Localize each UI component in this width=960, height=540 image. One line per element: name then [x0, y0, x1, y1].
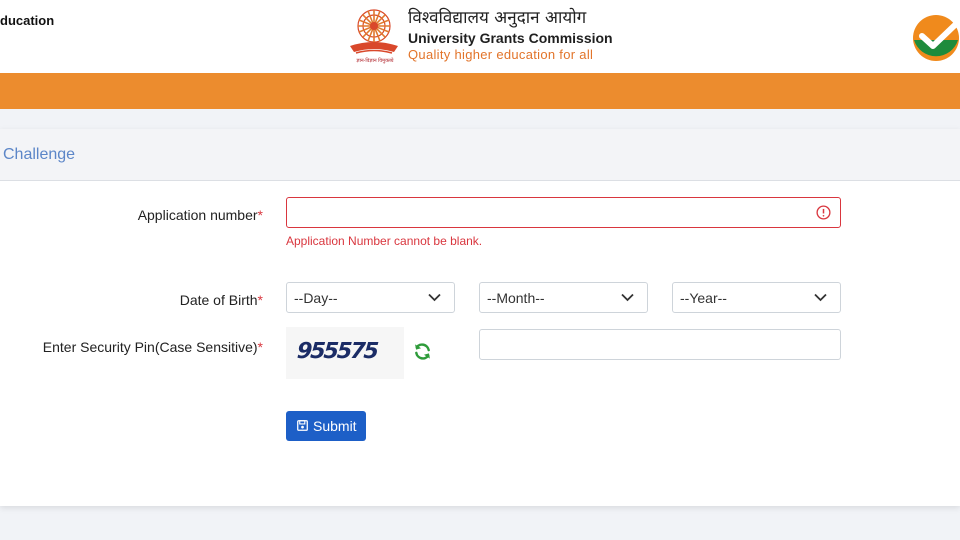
- application-number-input[interactable]: [286, 197, 841, 228]
- chevron-down-icon: [428, 293, 441, 302]
- submit-label: Submit: [313, 418, 357, 434]
- logo-text: विश्वविद्यालय अनुदान आयोग University Gra…: [408, 8, 613, 63]
- ugc-logo[interactable]: ज्ञान-विज्ञान विमुक्तये विश्वविद्यालय अन…: [346, 6, 616, 68]
- application-number-label: Application number*: [138, 207, 263, 223]
- checkmark-logo-icon: [913, 15, 959, 61]
- submit-button[interactable]: Submit: [286, 411, 366, 441]
- emblem-caption: ज्ञान-विज्ञान विमुक्तये: [356, 58, 394, 64]
- chevron-down-icon: [814, 293, 827, 302]
- card-header: Challenge: [0, 129, 960, 181]
- required-mark: *: [257, 339, 263, 355]
- save-icon: [297, 420, 308, 431]
- challenge-form-card: Challenge Application number* Applicatio…: [0, 129, 960, 506]
- security-pin-label: Enter Security Pin(Case Sensitive)*: [43, 339, 263, 355]
- site-header: ducation ज्ञान-विज्ञान विमुक्तये विश्ववि…: [0, 0, 960, 73]
- refresh-icon[interactable]: [413, 342, 432, 361]
- application-number-error: Application Number cannot be blank.: [286, 234, 483, 248]
- error-icon: [816, 205, 831, 220]
- chevron-down-icon: [621, 293, 634, 302]
- required-mark: *: [257, 207, 263, 223]
- captcha-text: 955575: [296, 339, 378, 364]
- captcha-image: 955575: [286, 327, 404, 379]
- dob-month-value: --Month--: [487, 290, 545, 306]
- tagline: Quality higher education for all: [408, 47, 594, 62]
- dob-year-select[interactable]: --Year--: [672, 282, 841, 313]
- dob-month-select[interactable]: --Month--: [479, 282, 648, 313]
- security-pin-input[interactable]: [479, 329, 841, 360]
- english-name: University Grants Commission: [408, 30, 613, 46]
- dob-day-value: --Day--: [294, 290, 338, 306]
- hindi-name: विश्वविद्यालय अनुदान आयोग: [408, 8, 587, 28]
- dob-year-value: --Year--: [680, 290, 727, 306]
- dob-label: Date of Birth*: [180, 292, 263, 308]
- dob-day-select[interactable]: --Day--: [286, 282, 455, 313]
- page-title: Challenge: [3, 146, 76, 163]
- required-mark: *: [257, 292, 263, 308]
- dob-label-text: Date of Birth: [179, 292, 258, 308]
- left-brand-text: ducation: [0, 13, 55, 28]
- security-pin-label-text: Enter Security Pin(Case Sensitive): [42, 339, 258, 355]
- application-number-label-text: Application number: [137, 207, 258, 223]
- orange-band: [0, 73, 960, 109]
